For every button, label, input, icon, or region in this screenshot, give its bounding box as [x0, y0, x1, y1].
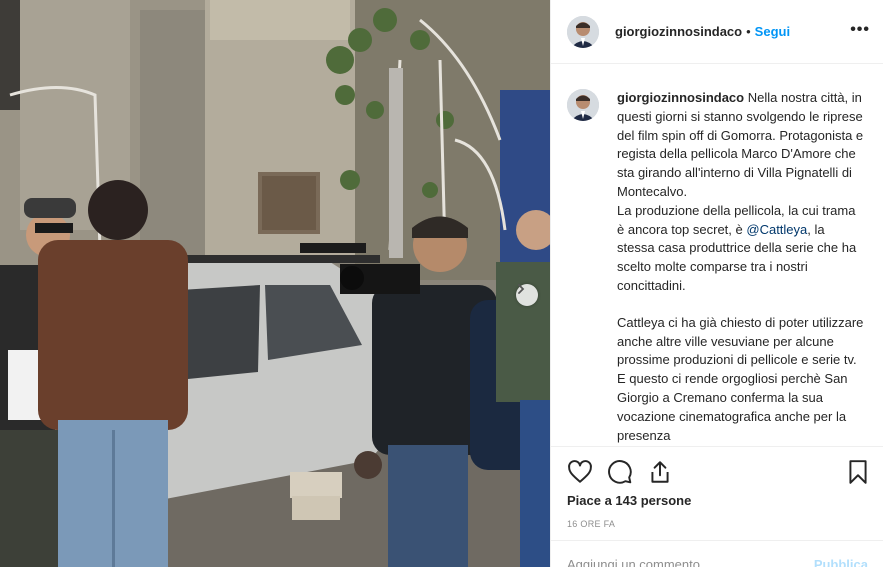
- likes-text[interactable]: Piace a 143 persone: [567, 493, 691, 508]
- profile-picture: [567, 89, 599, 121]
- post-side-panel: giorgiozinnosindaco • Segui ••• giorgioz…: [550, 0, 883, 567]
- photo-illustration: [0, 0, 550, 567]
- comment-bubble-icon: [608, 460, 632, 484]
- more-options-button[interactable]: •••: [850, 22, 870, 38]
- caption-paragraph: Cattleya ci ha già chiesto di poter util…: [617, 314, 865, 445]
- caption-text: Nella nostra città, in questi giorni si …: [617, 90, 864, 199]
- like-button[interactable]: [567, 459, 593, 485]
- heart-icon: [568, 460, 592, 483]
- caption-paragraph: La produzione della pellicola, la cui tr…: [617, 202, 865, 296]
- separator-dot: •: [746, 24, 751, 39]
- add-comment-bar: Pubblica: [551, 540, 883, 567]
- avatar[interactable]: [567, 15, 599, 48]
- caption-username[interactable]: giorgiozinnosindaco: [617, 90, 744, 105]
- caption-row: giorgiozinnosindaco Nella nostra città, …: [567, 89, 868, 445]
- comment-button[interactable]: [607, 459, 633, 485]
- follow-button[interactable]: Segui: [755, 24, 790, 39]
- post-caption: giorgiozinnosindaco Nella nostra città, …: [617, 89, 865, 445]
- profile-picture: [567, 15, 599, 48]
- action-icons: [567, 459, 868, 485]
- share-button[interactable]: [647, 459, 673, 485]
- comment-input[interactable]: [567, 557, 787, 567]
- chevron-right-icon: [518, 284, 525, 294]
- share-icon: [651, 461, 669, 483]
- post-header: giorgiozinnosindaco • Segui •••: [551, 0, 883, 64]
- caption-text: Cattleya ci ha già chiesto di poter util…: [617, 314, 864, 443]
- post-actions: Piace a 143 persone 16 ORE FA Pubblica: [551, 446, 883, 567]
- likes-count[interactable]: Piace a 143 persone: [567, 493, 691, 508]
- carousel-next-button[interactable]: [516, 284, 538, 306]
- mention-link[interactable]: @Cattleya: [746, 222, 807, 237]
- publish-button[interactable]: Pubblica: [814, 557, 868, 567]
- header-username[interactable]: giorgiozinnosindaco: [615, 24, 742, 39]
- post-timestamp[interactable]: 16 ORE FA: [567, 519, 615, 529]
- caption-paragraph: giorgiozinnosindaco Nella nostra città, …: [617, 89, 865, 202]
- bookmark-icon: [849, 460, 867, 484]
- avatar[interactable]: [567, 89, 599, 121]
- post-photo[interactable]: [0, 0, 550, 567]
- comments-area[interactable]: giorgiozinnosindaco Nella nostra città, …: [551, 65, 883, 445]
- save-button[interactable]: [845, 459, 871, 485]
